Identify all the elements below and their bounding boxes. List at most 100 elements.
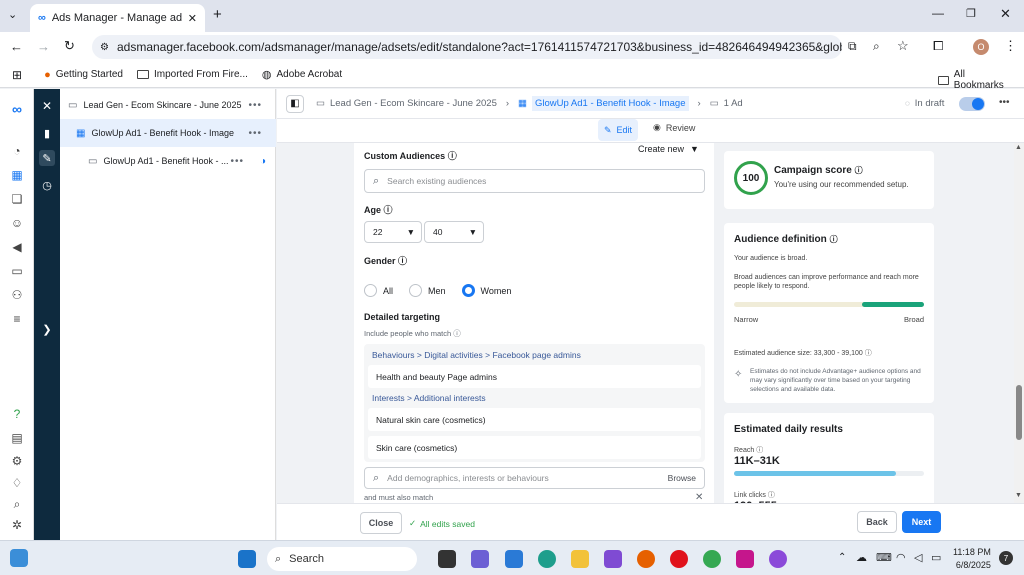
info-icon[interactable]: ⓘ [384, 205, 393, 215]
age-min-select[interactable]: 22 ▼ [364, 221, 422, 243]
opera-icon[interactable] [670, 550, 688, 568]
info-icon[interactable]: ⓘ [768, 492, 775, 499]
age-max-select[interactable]: 40 ▼ [424, 221, 484, 243]
widgets-icon[interactable] [10, 549, 28, 567]
info-icon[interactable]: ⓘ [448, 151, 457, 161]
browser-tab[interactable]: ∞ Ads Manager - Manage ads - A ✕ [30, 4, 205, 32]
info-icon[interactable]: ⓘ [855, 166, 863, 175]
campaigns-table-icon[interactable]: ▦ [9, 167, 25, 183]
zoom-icon[interactable]: ⌕ [873, 39, 880, 54]
install-icon[interactable]: ⧉ [848, 39, 857, 54]
targeting-path-2[interactable]: Interests > Additional interests [372, 393, 486, 403]
info-icon[interactable]: ⓘ [830, 235, 838, 244]
site-info-icon[interactable]: ⚙ [100, 42, 109, 53]
meta-logo-icon[interactable]: ∞ [9, 101, 25, 117]
back-icon[interactable]: ← [10, 39, 23, 54]
chart-icon[interactable]: ▮ [39, 125, 55, 141]
business-icon[interactable]: ⚇ [9, 287, 25, 303]
app2-icon[interactable] [736, 550, 754, 568]
targeting-item-1[interactable]: Health and beauty Page admins [368, 365, 701, 388]
tree-ad[interactable]: ▭ GlowUp Ad1 - Benefit Hook - ... ••• ◑ [60, 147, 276, 175]
chrome-icon[interactable] [703, 550, 721, 568]
crumb-adset[interactable]: GlowUp Ad1 - Benefit Hook - Image [532, 96, 689, 111]
more-icon[interactable]: ••• [248, 128, 262, 139]
gender-men-radio[interactable] [409, 284, 423, 297]
targeting-path-1[interactable]: Behaviours > Digital activities > Facebo… [372, 350, 581, 360]
scroll-down-icon[interactable]: ▼ [1015, 492, 1022, 499]
gender-women-radio[interactable] [461, 284, 475, 297]
scroll-thumb[interactable] [1016, 385, 1022, 440]
search-icon[interactable]: ⌕ [9, 496, 25, 512]
notification-badge[interactable]: 7 [999, 551, 1013, 565]
forward-icon[interactable]: → [37, 39, 50, 54]
debug-icon[interactable]: ✲ [9, 517, 25, 533]
keyboard-icon[interactable]: ⌨ [876, 551, 892, 564]
explorer-icon[interactable] [571, 550, 589, 568]
taskbar-search[interactable]: ⌕ Search [267, 547, 417, 571]
start-icon[interactable] [238, 550, 256, 568]
copilot-icon[interactable] [769, 550, 787, 568]
tree-campaign[interactable]: ▭ Lead Gen - Ecom Skincare - June 2025 •… [60, 91, 276, 119]
bookmark-adobe[interactable]: ◍ Adobe Acrobat [262, 68, 342, 81]
browse-button[interactable]: Browse [668, 473, 696, 483]
scroll-up-icon[interactable]: ▲ [1015, 144, 1022, 151]
more-options-icon[interactable]: ••• [999, 97, 1010, 108]
targeting-item-2[interactable]: Natural skin care (cosmetics) [368, 408, 701, 431]
audiences-icon[interactable]: ☺ [9, 215, 25, 231]
firefox-icon[interactable] [637, 550, 655, 568]
close-button[interactable]: Close [360, 512, 402, 534]
tree-adset[interactable]: ▦ GlowUp Ad1 - Benefit Hook - Image ••• [60, 119, 276, 147]
bookmark-star-icon[interactable]: ☆ [897, 38, 909, 54]
task-view-icon[interactable] [438, 550, 456, 568]
app-icon[interactable] [604, 550, 622, 568]
browser-menu-icon[interactable]: ⋮ [1004, 38, 1017, 54]
weather-icon[interactable]: ☁ [856, 551, 867, 564]
search-audiences-input[interactable]: ⌕ Search existing audiences [364, 169, 705, 193]
pages-icon[interactable]: ❏ [9, 191, 25, 207]
dashboard-icon[interactable]: ◔ [9, 143, 25, 159]
close-window-icon[interactable]: ✕ [1000, 6, 1011, 22]
toggle-panel-icon[interactable]: ◧ [286, 94, 304, 113]
all-tools-icon[interactable]: ≡ [9, 311, 25, 327]
tab-review[interactable]: ◉ Review [653, 122, 695, 133]
expand-icon[interactable]: ❯ [39, 321, 55, 337]
settings-icon[interactable]: ⚙ [9, 453, 25, 469]
tab-list-icon[interactable]: ⌄ [8, 8, 17, 21]
info-icon[interactable]: ⓘ [398, 256, 407, 266]
add-targeting-input[interactable]: ⌕ Add demographics, interests or behavio… [364, 467, 705, 489]
remove-icon[interactable]: ✕ [695, 492, 703, 503]
reports-icon[interactable]: ▤ [9, 430, 25, 446]
all-bookmarks[interactable]: All Bookmarks [938, 69, 1010, 91]
close-editor-icon[interactable]: ✕ [39, 98, 55, 114]
tray-chevron-icon[interactable]: ⌃ [838, 552, 846, 563]
publish-toggle[interactable] [959, 97, 985, 111]
edit-pencil-icon[interactable]: ✎ [39, 150, 55, 166]
bookmark-getting-started[interactable]: ● Getting Started [44, 69, 123, 81]
megaphone-icon[interactable]: ◀ [9, 239, 25, 255]
info-icon[interactable]: ⓘ [865, 350, 872, 357]
billing-icon[interactable]: ▭ [9, 263, 25, 279]
minimize-icon[interactable]: — [932, 6, 944, 20]
crumb-ads[interactable]: 1 Ad [724, 98, 743, 109]
gender-all-radio[interactable] [364, 284, 377, 297]
reload-icon[interactable]: ↻ [64, 38, 75, 54]
close-tab-icon[interactable]: ✕ [188, 12, 197, 25]
history-icon[interactable]: ◷ [39, 177, 55, 193]
chat-icon[interactable] [471, 550, 489, 568]
more-icon[interactable]: ••• [248, 100, 262, 111]
restore-icon[interactable]: ❐ [966, 7, 976, 20]
info-icon[interactable]: ⓘ [756, 447, 763, 454]
tab-edit[interactable]: ✎ Edit [598, 119, 639, 141]
bookmark-imported[interactable]: Imported From Fire... [136, 69, 248, 80]
notifications-icon[interactable]: ♢ [9, 475, 25, 491]
edge-icon[interactable] [538, 550, 556, 568]
back-button[interactable]: Back [857, 511, 897, 533]
more-icon[interactable]: ••• [230, 156, 244, 167]
store-icon[interactable] [505, 550, 523, 568]
create-new-button[interactable]: Create new ▼ [638, 144, 699, 154]
profile-avatar[interactable]: O [973, 39, 989, 55]
apps-icon[interactable]: ⊞ [12, 68, 22, 82]
next-button[interactable]: Next [902, 511, 941, 533]
extensions-icon[interactable]: ⧠ [933, 38, 943, 54]
new-tab-icon[interactable]: + [213, 6, 222, 23]
